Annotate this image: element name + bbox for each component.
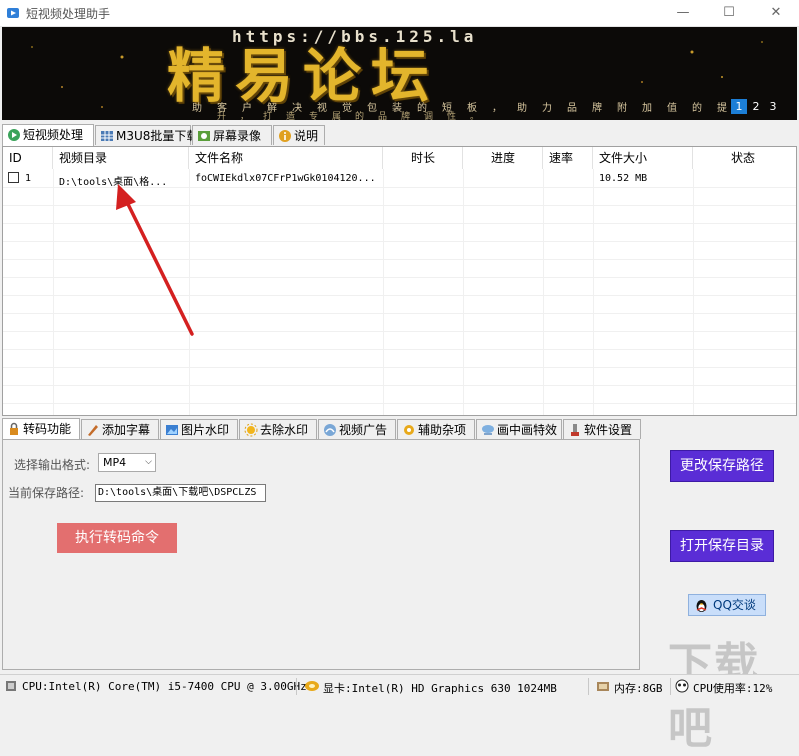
format-value: MP4 <box>103 456 127 469</box>
sun-icon <box>244 423 258 437</box>
banner-page-3[interactable]: 3 <box>765 99 781 114</box>
memory-info: 内存:8GB <box>614 682 663 695</box>
tab-label: 去除水印 <box>260 423 309 437</box>
qq-chat-button[interactable]: QQ交谈 <box>688 594 766 616</box>
pip-icon <box>482 425 494 435</box>
image-icon <box>166 425 178 435</box>
subtitle-icon <box>88 425 98 436</box>
format-select[interactable]: MP4 ⌵ <box>98 453 156 472</box>
cpu-icon <box>6 681 16 691</box>
video-tab-icon <box>8 129 20 141</box>
tab-short-video[interactable]: 短视频处理 <box>2 124 94 146</box>
gpu-icon <box>305 681 319 691</box>
grid-line <box>693 169 694 415</box>
minimize-button[interactable]: — <box>660 0 706 26</box>
cpu-info: CPU:Intel(R) Core(TM) i5-7400 CPU @ 3.00… <box>22 680 307 693</box>
tab-convert[interactable]: 转码功能 <box>2 418 80 440</box>
lock-icon <box>10 422 18 435</box>
status-separator <box>296 678 297 695</box>
tab-label: 软件设置 <box>584 423 633 437</box>
banner-page-1[interactable]: 1 <box>731 99 747 114</box>
row-checkbox[interactable] <box>8 172 19 183</box>
change-save-path-button[interactable]: 更改保存路径 <box>670 450 774 482</box>
record-icon <box>198 131 210 141</box>
close-button[interactable]: ✕ <box>753 0 799 26</box>
banner[interactable]: https://bbs.125.la 精易论坛 助客户解决视觉包装的短板，助力品… <box>2 27 797 120</box>
format-label: 选择输出格式: <box>14 458 91 472</box>
chevron-down-icon: ⌵ <box>145 457 152 467</box>
info-icon <box>279 130 291 142</box>
tab-settings[interactable]: 软件设置 <box>563 419 641 439</box>
grid-line <box>3 403 796 404</box>
gpu-info: 显卡:Intel(R) HD Graphics 630 1024MB <box>323 682 557 695</box>
tab-misc[interactable]: 辅助杂项 <box>397 419 475 439</box>
ad-icon <box>324 424 336 436</box>
tab-screen-record[interactable]: 屏幕录像 <box>192 125 272 145</box>
grid-line <box>593 169 594 415</box>
open-save-dir-button[interactable]: 打开保存目录 <box>670 530 774 562</box>
status-bar: CPU:Intel(R) Core(TM) i5-7400 CPU @ 3.00… <box>0 674 799 698</box>
qq-penguin-icon <box>696 600 707 612</box>
window-title: 短视频处理助手 <box>26 7 111 21</box>
maximize-button[interactable]: ☐ <box>706 0 752 26</box>
path-label: 当前保存路径: <box>8 486 85 500</box>
top-tab-bar: 短视频处理 M3U8批量下载 屏幕录像 说明 <box>2 124 797 147</box>
tab-label: M3U8批量下载 <box>116 129 199 143</box>
panda-icon <box>675 679 689 693</box>
qq-chat-label: QQ交谈 <box>713 598 756 612</box>
save-path-field[interactable]: D:\tools\桌面\下载吧\DSPCLZS <box>95 484 266 502</box>
tab-remove-watermark[interactable]: 去除水印 <box>239 419 317 439</box>
memory-icon <box>597 682 609 691</box>
title-bar: 短视频处理助手 — ☐ ✕ <box>0 0 799 27</box>
tab-m3u8[interactable]: M3U8批量下载 <box>95 125 198 145</box>
grid-line <box>383 169 384 415</box>
tools-icon <box>404 425 414 435</box>
col-header-rate[interactable]: 速率 <box>543 147 593 169</box>
tab-label: 视频广告 <box>339 423 388 437</box>
tab-label: 添加字幕 <box>102 423 151 437</box>
tab-label: 屏幕录像 <box>213 129 262 143</box>
grid-line <box>543 169 544 415</box>
col-header-status[interactable]: 状态 <box>693 147 796 169</box>
banner-slogan-2: 升，打造专属的品牌调性。 <box>217 112 494 120</box>
grid-line <box>3 349 796 350</box>
tab-subtitle[interactable]: 添加字幕 <box>81 419 159 439</box>
tab-label: 辅助杂项 <box>418 423 467 437</box>
tab-pip[interactable]: 画中画特效 <box>476 419 562 439</box>
settings-icon <box>571 424 579 436</box>
status-separator <box>670 678 671 695</box>
tab-label: 图片水印 <box>181 423 230 437</box>
convert-panel <box>2 439 640 670</box>
col-header-dir[interactable]: 视频目录 <box>53 147 189 169</box>
col-header-duration[interactable]: 时长 <box>383 147 463 169</box>
tab-label: 短视频处理 <box>23 128 84 142</box>
tab-video-ad[interactable]: 视频广告 <box>318 419 396 439</box>
status-separator <box>588 678 589 695</box>
grid-line <box>463 169 464 415</box>
run-convert-button[interactable]: 执行转码命令 <box>57 523 177 553</box>
col-header-progress[interactable]: 进度 <box>463 147 543 169</box>
bottom-tab-bar: 转码功能 添加字幕 图片水印 去除水印 视频广告 辅助杂项 画中画特效 软件设置 <box>2 418 642 441</box>
banner-page-2[interactable]: 2 <box>748 99 764 114</box>
tab-label: 转码功能 <box>23 422 72 436</box>
app-icon <box>7 8 19 18</box>
cell-size: 10.52 MB <box>599 173 648 184</box>
col-header-name[interactable]: 文件名称 <box>189 147 383 169</box>
col-header-id[interactable]: ID <box>3 147 53 169</box>
col-header-size[interactable]: 文件大小 <box>593 147 693 169</box>
tab-label: 画中画特效 <box>497 423 558 437</box>
cell-name: foCWIEkdlx07CFrP1wGk0104120... <box>195 173 376 184</box>
tab-label: 说明 <box>294 129 319 143</box>
annotation-arrow <box>116 184 194 336</box>
grid-line <box>3 385 796 386</box>
grid-line <box>53 169 54 415</box>
grid-icon <box>101 131 113 141</box>
cpu-usage: CPU使用率:12% <box>693 682 773 695</box>
tab-help[interactable]: 说明 <box>273 125 325 145</box>
grid-line <box>3 367 796 368</box>
cell-id: 1 <box>25 173 32 184</box>
tab-image-watermark[interactable]: 图片水印 <box>160 419 238 439</box>
